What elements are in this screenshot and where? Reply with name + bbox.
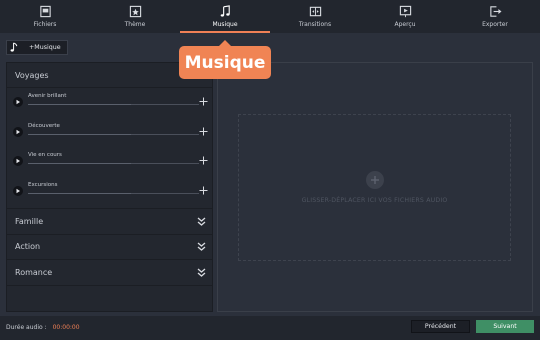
duration-label: Durée audio : [6,324,47,331]
nav-apercu[interactable]: Aperçu [360,0,450,33]
collapsed-categories: Famille Action Romance [7,209,212,286]
track-waveform [28,163,199,164]
theme-icon [129,5,141,18]
track-waveform [28,192,199,194]
category-label: Action [15,242,41,252]
play-icon [16,188,20,193]
tooltip-text: Musique [184,52,266,73]
play-icon [16,129,20,134]
category-label: Famille [15,216,44,226]
track-list: Avenir brillant Découverte Vie en cours … [7,88,212,209]
track-item: Vie en cours [7,147,212,177]
nav-label-theme: Thème [124,21,146,28]
nav-label-transitions: Transitions [298,21,332,28]
category-romance[interactable]: Romance [7,260,212,286]
play-icon [16,158,20,164]
nav-transitions[interactable]: Transitions [270,0,360,33]
add-track-icon[interactable] [199,127,208,136]
category-famille[interactable]: Famille [7,209,212,235]
nav-label-musique: Musique [212,21,238,28]
track-name: Excursions [28,181,58,188]
drop-zone[interactable]: GLISSER-DÉPLACER ICI VOS FICHIERS AUDIO [238,114,511,261]
add-track-icon[interactable] [199,97,208,106]
top-nav: Fichiers Thème Musique Transitions Aperç… [0,0,540,33]
add-audio-icon[interactable] [365,171,384,189]
next-button[interactable]: Suivant [476,320,534,333]
add-music-button[interactable]: +Musique [6,40,68,55]
play-button[interactable] [13,156,23,166]
nav-theme[interactable]: Thème [90,0,180,33]
add-music-label: +Musique [29,44,61,51]
nav-label-fichiers: Fichiers [33,21,57,28]
play-icon [16,99,20,105]
music-note-icon [220,5,230,17]
chevron-down-icon [197,242,206,252]
audio-drop-panel: GLISSER-DÉPLACER ICI VOS FICHIERS AUDIO [217,62,533,312]
category-label: Voyages [15,70,49,80]
nav-musique[interactable]: Musique [180,0,270,33]
track-item: Excursions [7,177,212,207]
track-item: Avenir brillant [7,88,212,118]
track-name: Vie en cours [28,152,62,158]
export-icon [489,6,501,17]
play-button[interactable] [13,126,23,137]
drop-zone-text: GLISSER-DÉPLACER ICI VOS FICHIERS AUDIO [301,197,448,204]
music-library-panel: Voyages Avenir brillant Découverte Vie e… [6,62,213,312]
track-waveform [28,104,199,105]
category-label: Romance [15,267,53,277]
plus-icon [370,176,379,184]
duration-value: 00:00:00 [52,324,80,331]
transitions-icon [309,6,321,17]
audio-duration: Durée audio : 00:00:00 [6,324,80,331]
previous-button[interactable]: Précédent [411,320,470,333]
chevron-down-icon [197,217,206,226]
add-track-icon[interactable] [199,156,208,165]
category-action[interactable]: Action [7,235,212,260]
nav-label-apercu: Aperçu [394,21,416,28]
file-icon [39,5,51,18]
track-waveform [28,133,199,135]
play-button[interactable] [13,185,23,196]
nav-exporter[interactable]: Exporter [450,0,540,33]
track-name: Avenir brillant [28,93,67,99]
music-note-icon [10,42,18,52]
musique-tooltip: Musique [179,40,271,79]
preview-icon [399,5,411,18]
play-button[interactable] [13,97,23,107]
track-name: Découverte [28,122,60,129]
nav-fichiers[interactable]: Fichiers [0,0,90,33]
add-track-icon[interactable] [199,186,208,195]
track-item: Découverte [7,118,212,148]
chevron-down-icon [197,268,206,277]
nav-label-exporter: Exporter [482,21,508,28]
